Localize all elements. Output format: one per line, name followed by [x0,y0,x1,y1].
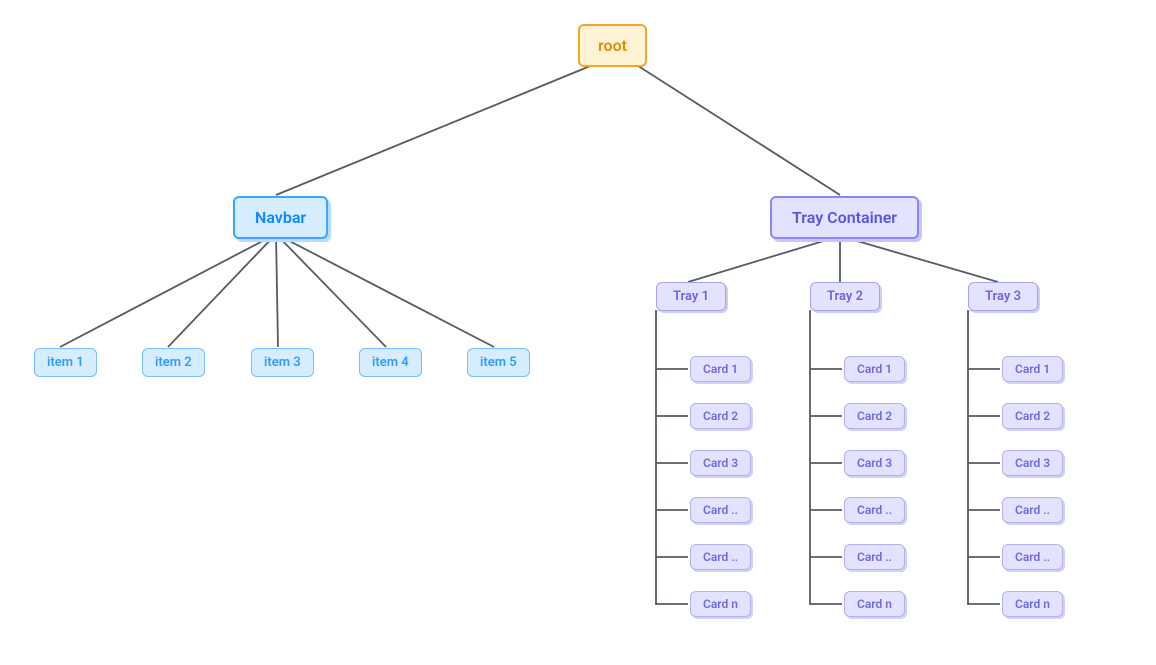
tray-3-node: Tray 3 [968,282,1038,311]
tray-3-card: Card .. [1002,497,1063,523]
tray-1-card: Card n [690,591,751,617]
navbar-node: Navbar [233,196,328,239]
tray-2-card: Card n [844,591,905,617]
navbar-item-4: item 4 [359,348,422,377]
tray-1-card: Card .. [690,544,751,570]
diagram-edges [0,0,1156,665]
tray-2-card: Card .. [844,544,905,570]
tray-1-card: Card 3 [690,450,751,476]
tray-2-card: Card 3 [844,450,905,476]
navbar-item-2: item 2 [142,348,205,377]
tray-3-card: Card .. [1002,544,1063,570]
tray-3-card: Card 2 [1002,403,1063,429]
tray-2-card: Card .. [844,497,905,523]
tray-1-card: Card 2 [690,403,751,429]
tray-1-card: Card .. [690,497,751,523]
tray-1-node: Tray 1 [656,282,726,311]
root-node: root [578,24,647,67]
navbar-item-3: item 3 [251,348,314,377]
tray-2-card: Card 1 [844,356,905,382]
tray-3-card: Card n [1002,591,1063,617]
tray-2-node: Tray 2 [810,282,880,311]
tray-2-card: Card 2 [844,403,905,429]
navbar-item-5: item 5 [467,348,530,377]
tray-1-card: Card 1 [690,356,751,382]
tray-3-card: Card 1 [1002,356,1063,382]
navbar-item-1: item 1 [34,348,97,377]
tray-container-node: Tray Container [770,196,919,239]
tray-3-card: Card 3 [1002,450,1063,476]
